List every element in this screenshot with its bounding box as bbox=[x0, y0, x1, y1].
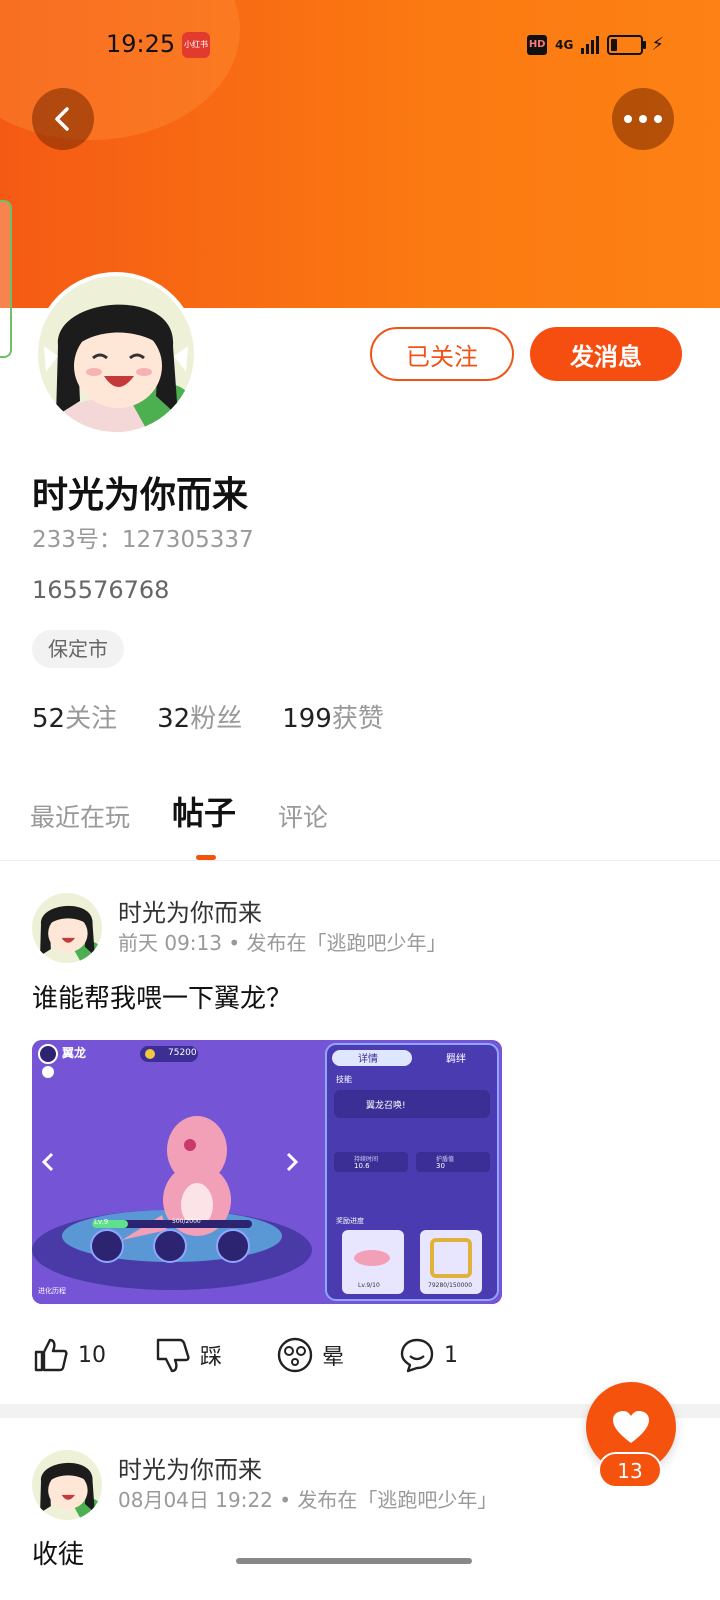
tab-recently-played[interactable]: 最近在玩 bbox=[30, 798, 130, 834]
stat-likes[interactable]: 199获赞 bbox=[282, 698, 384, 735]
post-meta: 08月04日 19:22 • 发布在「逃跑吧少年」 bbox=[118, 1488, 498, 1512]
post-meta: 前天 09:13 • 发布在「逃跑吧少年」 bbox=[118, 931, 447, 955]
chevron-left-icon bbox=[55, 107, 69, 131]
profile-tabs: 最近在玩 帖子 评论 bbox=[30, 788, 328, 860]
post-text[interactable]: 谁能帮我喂一下翼龙？ bbox=[32, 978, 292, 1015]
image-title: 翼龙 bbox=[62, 1046, 87, 1060]
image-skill-name: 翼龙召唤! bbox=[366, 1101, 406, 1111]
image-duration-value: 10.6 bbox=[354, 1162, 370, 1170]
hd-icon: HD bbox=[527, 34, 548, 55]
image-reward-label: 奖励进度 bbox=[336, 1217, 364, 1225]
image-evolve-label: 进化历程 bbox=[38, 1287, 66, 1295]
post-actions: 10 踩 晕 1 bbox=[32, 1336, 520, 1374]
comment-button[interactable]: 1 bbox=[398, 1336, 520, 1374]
image-tab-bond: 羁绊 bbox=[446, 1054, 466, 1065]
dislike-button[interactable]: 踩 bbox=[154, 1336, 276, 1374]
profile-bio: 165576768 bbox=[32, 576, 170, 604]
image-reward-coins: 79280/150000 bbox=[428, 1282, 473, 1289]
post-author-avatar[interactable] bbox=[32, 893, 102, 963]
charging-icon: ⚡ bbox=[651, 34, 664, 55]
image-level: Lv.9 bbox=[94, 1218, 109, 1226]
send-message-button[interactable]: 发消息 bbox=[530, 327, 682, 381]
location-tag: 保定市 bbox=[32, 630, 124, 668]
app-notification-icon: 小红书 bbox=[182, 32, 210, 58]
image-coins: 75200 bbox=[168, 1048, 197, 1058]
stat-num: 199 bbox=[282, 704, 332, 734]
comment-icon bbox=[400, 1338, 434, 1373]
heart-icon bbox=[613, 1411, 649, 1443]
more-button[interactable] bbox=[612, 88, 674, 150]
like-button[interactable]: 10 bbox=[32, 1336, 154, 1374]
image-shield-value: 30 bbox=[436, 1162, 445, 1170]
fab-like-count: 13 bbox=[598, 1452, 662, 1488]
battery-icon bbox=[607, 34, 647, 55]
status-time: 19:25 bbox=[106, 30, 176, 58]
stat-num: 52 bbox=[32, 704, 66, 734]
network-type: 4G bbox=[555, 37, 574, 52]
post-text[interactable]: 收徒 bbox=[32, 1534, 84, 1571]
status-icons: HD 4G ⚡ bbox=[527, 34, 664, 55]
more-dots-icon bbox=[624, 115, 662, 123]
comment-count: 1 bbox=[444, 1342, 458, 1368]
image-exp: 500/2000 bbox=[172, 1218, 201, 1225]
floating-edge-tab[interactable] bbox=[0, 200, 12, 358]
stat-label: 获赞 bbox=[331, 704, 384, 734]
dizzy-button[interactable]: 晕 bbox=[276, 1336, 398, 1374]
profile-uid: 233号：127305337 bbox=[32, 520, 254, 554]
stat-label: 粉丝 bbox=[190, 704, 243, 734]
image-tab-detail: 详情 bbox=[358, 1054, 378, 1065]
post-author-avatar[interactable] bbox=[32, 1450, 102, 1520]
image-reward-level: Lv.9/10 bbox=[358, 1282, 380, 1289]
thumbs-up-icon bbox=[34, 1338, 68, 1372]
dislike-label: 踩 bbox=[200, 1345, 223, 1370]
divider bbox=[0, 860, 720, 861]
stat-followers[interactable]: 32粉丝 bbox=[157, 698, 242, 735]
tab-comments[interactable]: 评论 bbox=[278, 798, 328, 834]
home-indicator[interactable] bbox=[236, 1558, 472, 1564]
uid-label: 233号： bbox=[32, 527, 122, 553]
post-author-name[interactable]: 时光为你而来 bbox=[118, 893, 262, 928]
stat-num: 32 bbox=[157, 704, 191, 734]
profile-avatar[interactable] bbox=[34, 272, 198, 436]
following-button[interactable]: 已关注 bbox=[370, 327, 514, 381]
stat-label: 关注 bbox=[65, 704, 118, 734]
back-button[interactable] bbox=[32, 88, 94, 150]
post-image[interactable]: 翼龙 75200 详情 羁绊 技能 翼龙召唤! 持续时间 10.6 护盾值 30… bbox=[32, 1040, 502, 1304]
uid-value: 127305337 bbox=[121, 527, 254, 553]
image-skill-label: 技能 bbox=[336, 1075, 352, 1084]
signal-icon bbox=[581, 35, 600, 54]
thumbs-down-icon bbox=[156, 1338, 190, 1373]
profile-stats: 52关注 32粉丝 199获赞 bbox=[32, 698, 384, 735]
dizzy-label: 晕 bbox=[322, 1345, 345, 1370]
post-author-name[interactable]: 时光为你而来 bbox=[118, 1450, 262, 1485]
dizzy-face-icon bbox=[277, 1337, 313, 1373]
tab-posts[interactable]: 帖子 bbox=[172, 788, 236, 860]
like-count: 10 bbox=[78, 1342, 106, 1368]
profile-name: 时光为你而来 bbox=[32, 475, 249, 516]
stat-following[interactable]: 52关注 bbox=[32, 698, 117, 735]
